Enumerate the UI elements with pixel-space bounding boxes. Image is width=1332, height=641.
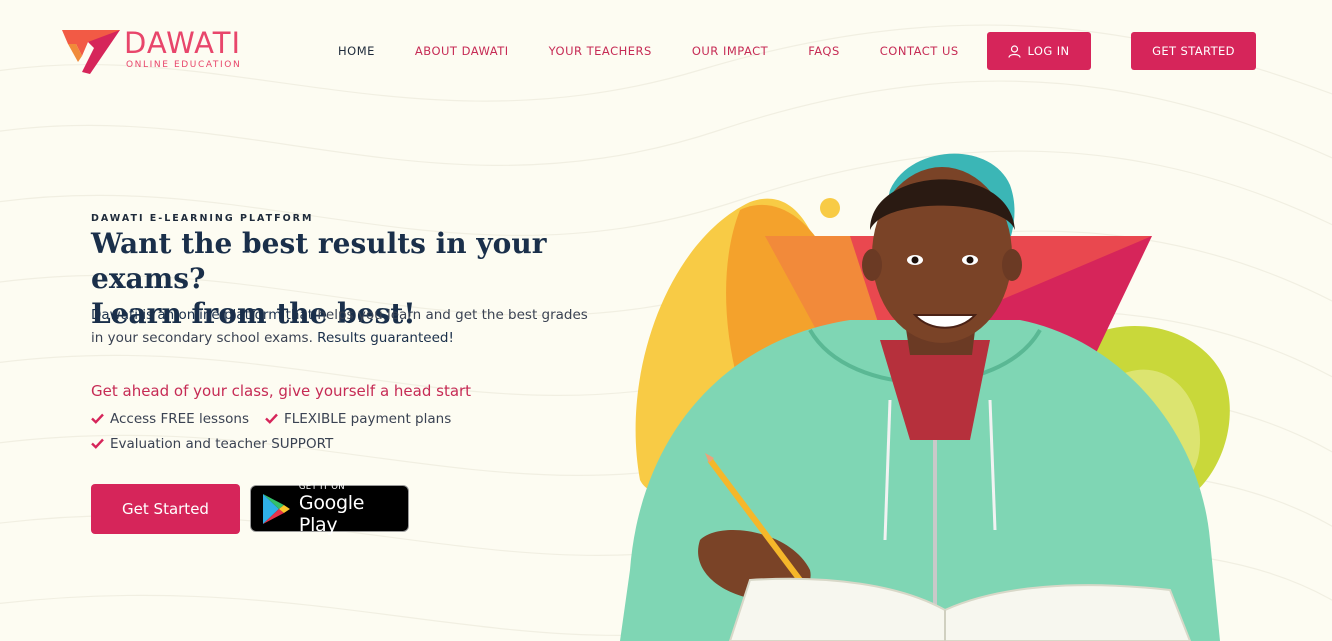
header-get-started-button[interactable]: GET STARTED (1131, 32, 1256, 70)
feature-item: Access FREE lessons (91, 411, 249, 427)
nav-impact[interactable]: OUR IMPACT (692, 44, 768, 58)
google-play-small-text: GET IT ON (298, 481, 345, 492)
nav-contact[interactable]: CONTACT US (880, 44, 959, 58)
check-icon (91, 413, 104, 424)
nav-teachers[interactable]: YOUR TEACHERS (549, 44, 652, 58)
hero-headline-line1: Want the best results in your exams? (91, 227, 547, 295)
feature-label: Evaluation and teacher SUPPORT (110, 435, 334, 452)
brand-name: DAWATI (124, 26, 242, 60)
check-icon (265, 413, 278, 424)
feature-label: Access FREE lessons (110, 410, 249, 427)
header-get-started-label: GET STARTED (1152, 44, 1235, 58)
hero-description: Dawati is an online platform that helps … (91, 304, 596, 350)
brand-logo[interactable]: DAWATI ONLINE EDUCATION (60, 26, 241, 76)
hero-desc-bold-1: Dawati is an online platform that (91, 307, 314, 323)
hero-get-started-label: Get Started (122, 500, 209, 518)
feature-list: Access FREE lessons FLEXIBLE payment pla… (91, 406, 511, 456)
user-icon (1008, 44, 1022, 58)
hero-eyebrow: DAWATI E-LEARNING PLATFORM (91, 213, 314, 224)
feature-item: Evaluation and teacher SUPPORT (91, 436, 333, 452)
nav-home[interactable]: HOME (338, 44, 375, 58)
main-nav: HOME ABOUT DAWATI YOUR TEACHERS OUR IMPA… (338, 44, 999, 58)
hero-tagline: Get ahead of your class, give yourself a… (91, 382, 472, 400)
student-illustration (620, 153, 1230, 641)
hero-get-started-button[interactable]: Get Started (91, 484, 240, 534)
google-play-big-text: Google Play (298, 491, 365, 536)
google-play-icon (262, 493, 290, 524)
nav-about[interactable]: ABOUT DAWATI (415, 44, 509, 58)
login-button[interactable]: LOG IN (987, 32, 1091, 70)
login-label: LOG IN (1027, 44, 1070, 58)
google-play-badge[interactable]: GET IT ON Google Play (250, 481, 409, 536)
small-yellow-dot (820, 198, 840, 218)
hero-desc-bold-2: Results guaranteed! (317, 330, 454, 346)
nav-faqs[interactable]: FAQS (808, 44, 840, 58)
logo-mark-icon (62, 30, 120, 74)
feature-label: FLEXIBLE payment plans (283, 410, 452, 427)
check-icon (91, 438, 104, 449)
feature-item: FLEXIBLE payment plans (265, 411, 451, 427)
brand-tagline: ONLINE EDUCATION (126, 60, 242, 70)
